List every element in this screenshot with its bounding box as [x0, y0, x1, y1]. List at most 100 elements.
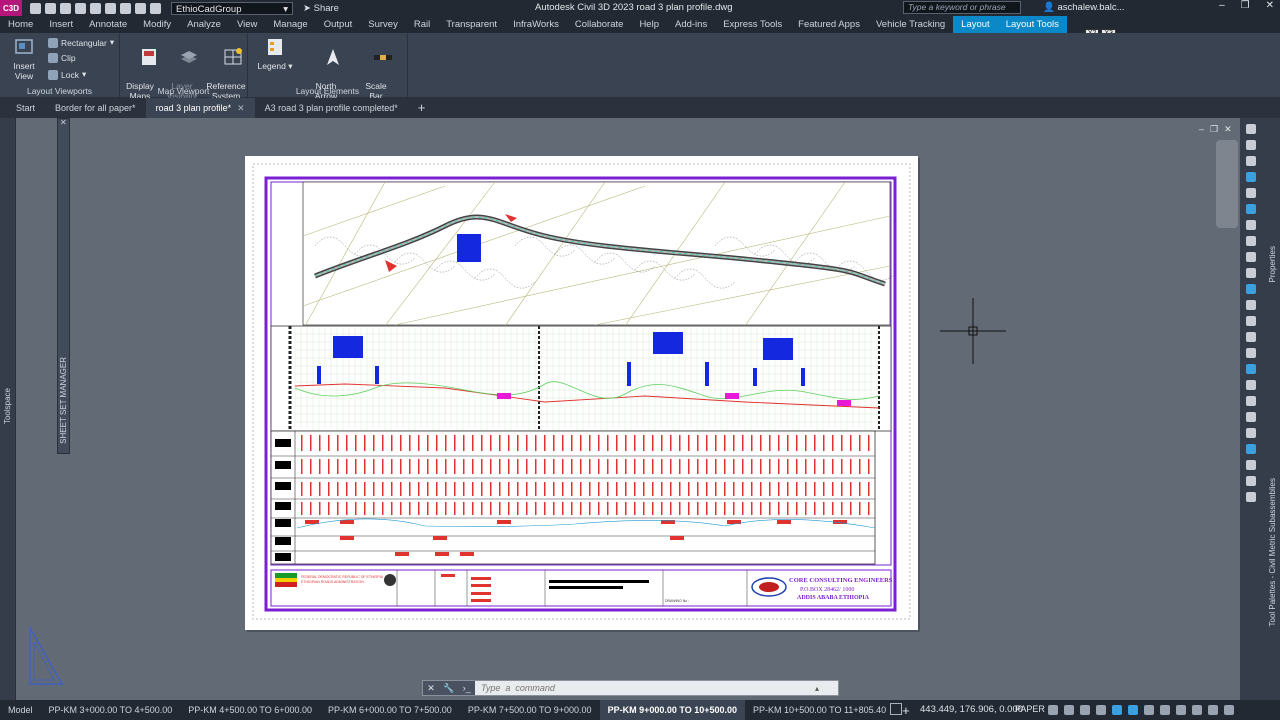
menu-tab-output[interactable]: Output — [316, 16, 361, 33]
search-input[interactable]: Type a keyword or phrase — [903, 1, 1021, 14]
layout-tab[interactable]: PP-KM 6+000.00 TO 7+500.00 — [320, 700, 460, 720]
menu-tab-featured-apps[interactable]: Featured Apps — [790, 16, 868, 33]
menu-tab-analyze[interactable]: Analyze — [179, 16, 229, 33]
menu-tab-insert[interactable]: Insert — [41, 16, 81, 33]
doc-tab-start[interactable]: Start — [6, 98, 45, 118]
palette-tool-icon[interactable] — [1246, 236, 1256, 246]
layout-tab[interactable]: PP-KM 7+500.00 TO 9+000.00 — [460, 700, 600, 720]
new-tab-button[interactable]: + — [408, 98, 436, 118]
menu-tab-annotate[interactable]: Annotate — [81, 16, 135, 33]
palette-tool-icon[interactable] — [1246, 332, 1256, 342]
menu-tab-home[interactable]: Home — [0, 16, 41, 33]
menu-tab-infraworks[interactable]: InfraWorks — [505, 16, 567, 33]
palette-tool-icon[interactable] — [1246, 364, 1256, 374]
menu-tab-express-tools[interactable]: Express Tools — [715, 16, 790, 33]
redo-icon[interactable] — [135, 2, 146, 14]
palette-tool-icon[interactable] — [1246, 476, 1256, 486]
palette-tool-icon[interactable] — [1246, 252, 1256, 262]
hamburger-icon[interactable] — [1224, 705, 1234, 715]
layout-tab[interactable]: PP-KM 4+500.00 TO 6+000.00 — [180, 700, 320, 720]
menu-tab-transparent[interactable]: Transparent — [438, 16, 505, 33]
menu-tab-layout[interactable]: Layout — [953, 16, 998, 33]
rectangular-button[interactable]: Rectangular ▾ — [48, 37, 114, 48]
navigation-bar[interactable] — [1216, 140, 1238, 228]
palette-tool-icon[interactable] — [1246, 300, 1256, 310]
menu-tab-view[interactable]: View — [229, 16, 265, 33]
workspace-icon[interactable] — [1160, 705, 1170, 715]
open-icon[interactable] — [45, 2, 56, 14]
restore-button[interactable]: ❐ — [1241, 0, 1250, 11]
menu-tab-collaborate[interactable]: Collaborate — [567, 16, 632, 33]
new-icon[interactable] — [30, 2, 41, 14]
polar-icon[interactable] — [1080, 705, 1090, 715]
viewport-close-button[interactable]: ✕ — [1224, 124, 1232, 135]
palette-tool-icon[interactable] — [1246, 140, 1256, 150]
viewport-restore-button[interactable]: ❐ — [1210, 124, 1218, 135]
command-input[interactable] — [475, 683, 815, 693]
units-icon[interactable] — [1176, 705, 1186, 715]
palette-tool-icon[interactable] — [1246, 412, 1256, 422]
menu-tab-survey[interactable]: Survey — [360, 16, 406, 33]
palette-tool-icon[interactable] — [1246, 380, 1256, 390]
paper-space-toggle[interactable]: PAPER — [1015, 704, 1045, 714]
workspace-select[interactable]: EthioCadGroup ▾ — [171, 1, 293, 15]
app-logo[interactable]: C3D — [0, 0, 22, 16]
share-button[interactable]: ➤ Share — [303, 3, 339, 14]
menu-tab-rail[interactable]: Rail — [406, 16, 438, 33]
close-icon[interactable]: ✕ — [60, 118, 67, 127]
undo-icon[interactable] — [120, 2, 131, 14]
palette-tool-icon[interactable] — [1246, 188, 1256, 198]
palette-tool-icon[interactable] — [1246, 316, 1256, 326]
palette-tool-icon[interactable] — [1246, 460, 1256, 470]
osnap-icon[interactable] — [1096, 705, 1106, 715]
palette-tool-icon[interactable] — [1246, 268, 1256, 278]
palette-tool-icon[interactable] — [1246, 124, 1256, 134]
save-as-icon[interactable] — [75, 2, 86, 14]
palette-tool-icon[interactable] — [1246, 348, 1256, 358]
menu-tab-add-ins[interactable]: Add-ins — [667, 16, 715, 33]
menu-tab-manage[interactable]: Manage — [265, 16, 315, 33]
palette-tool-icon[interactable] — [1246, 444, 1256, 454]
annotation-icon[interactable] — [1128, 705, 1138, 715]
sheet-set-manager-panel[interactable]: ✕ SHEET SET MANAGER — [57, 118, 70, 454]
selection-icon[interactable] — [1112, 705, 1122, 715]
palette-tool-icon[interactable] — [1246, 428, 1256, 438]
close-icon[interactable]: ✕ — [427, 683, 435, 694]
palette-tool-icon[interactable] — [1246, 220, 1256, 230]
layout-tab[interactable]: PP-KM 9+000.00 TO 10+500.00 — [599, 700, 745, 720]
tool-palettes-label[interactable]: Tool Palettes - Civil Metric Subassembli… — [1268, 478, 1277, 627]
menu-icon[interactable] — [1208, 705, 1218, 715]
coordinates-readout[interactable]: 443.449, 176.906, 0.000 — [920, 704, 1023, 715]
save-icon[interactable] — [60, 2, 71, 14]
toolspace-rail[interactable]: Toolspace — [0, 118, 16, 700]
legend-button[interactable]: Legend ▾ — [256, 37, 294, 71]
clip-button[interactable]: Clip — [48, 53, 76, 63]
wrench-icon[interactable]: 🔧 — [443, 683, 454, 694]
ortho-icon[interactable] — [1064, 705, 1074, 715]
properties-label[interactable]: Properties — [1268, 246, 1277, 282]
close-icon[interactable]: ✕ — [237, 103, 245, 113]
insert-view-button[interactable]: Insert View — [4, 37, 44, 81]
print-icon[interactable] — [105, 2, 116, 14]
close-button[interactable]: ✕ — [1266, 0, 1274, 11]
doc-tab-road3[interactable]: road 3 plan profile* ✕ — [145, 98, 255, 118]
scale-icon[interactable] — [1144, 705, 1154, 715]
layout-tab-model[interactable]: Model — [0, 700, 41, 720]
menu-tab-help[interactable]: Help — [631, 16, 667, 33]
menu-tab-modify[interactable]: Modify — [135, 16, 179, 33]
plot-icon[interactable] — [150, 2, 161, 14]
web-icon[interactable] — [90, 2, 101, 14]
palette-tool-icon[interactable] — [1246, 172, 1256, 182]
menu-tab-layout-tools[interactable]: Layout Tools — [997, 16, 1067, 33]
lock-button[interactable]: Lock ▾ — [48, 69, 86, 80]
chevron-down-icon[interactable]: ›_ — [463, 683, 471, 693]
grid-icon[interactable] — [890, 703, 902, 715]
menu-tab-vehicle-tracking[interactable]: Vehicle Tracking — [868, 16, 953, 33]
palette-tool-icon[interactable] — [1246, 156, 1256, 166]
customize-icon[interactable] — [1192, 705, 1202, 715]
user-account[interactable]: 👤 aschalew.balc... — [1043, 2, 1125, 13]
layout-tab[interactable]: PP-KM 10+500.00 TO 11+805.40 — [745, 700, 894, 720]
palette-tool-icon[interactable] — [1246, 284, 1256, 294]
palette-tool-icon[interactable] — [1246, 204, 1256, 214]
palette-tool-icon[interactable] — [1246, 492, 1256, 502]
